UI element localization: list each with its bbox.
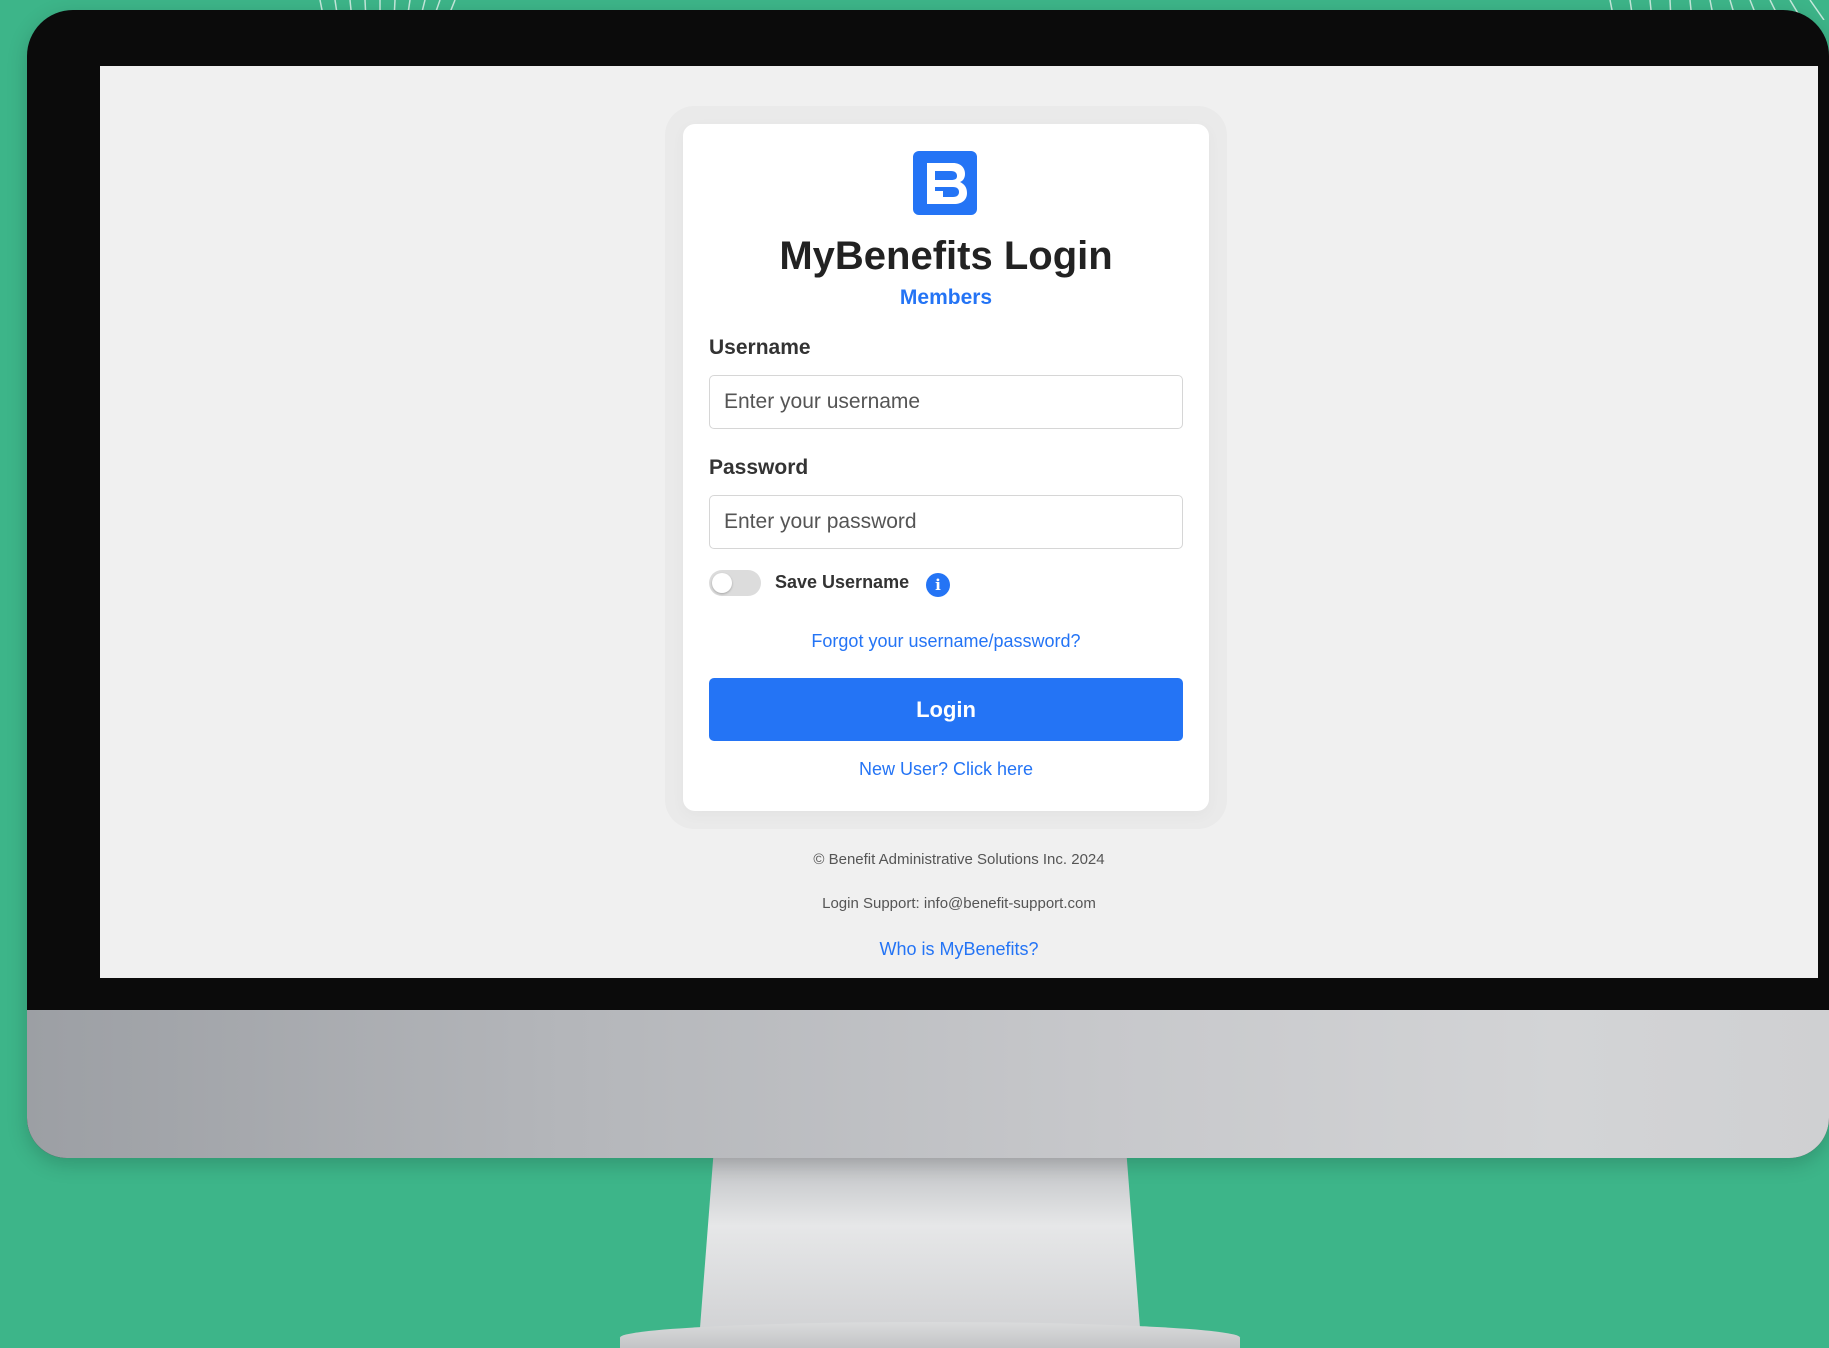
page-title: MyBenefits Login [779,234,1113,278]
mybenefits-logo-icon [913,151,977,215]
monitor: MyBenefits Login Members Username Passwo… [27,10,1829,1158]
login-card: MyBenefits Login Members Username Passwo… [683,124,1209,811]
save-username-label: Save Username [775,572,910,592]
username-label: Username [709,336,811,359]
password-input[interactable] [709,495,1183,549]
username-input[interactable] [709,375,1183,429]
forgot-credentials-link[interactable]: Forgot your username/password? [683,631,1209,652]
copyright-text: © Benefit Administrative Solutions Inc. … [813,851,1105,868]
login-button[interactable]: Login [709,678,1183,741]
info-icon[interactable]: i [926,573,950,597]
screen: MyBenefits Login Members Username Passwo… [100,66,1818,978]
monitor-stand-base [620,1322,1240,1348]
who-is-mybenefits-link[interactable]: Who is MyBenefits? [100,939,1818,960]
members-subtitle: Members [899,286,993,309]
monitor-stand [700,1158,1140,1328]
password-label: Password [709,456,809,479]
login-support-text: Login Support: info@benefit-support.com [822,895,1096,912]
monitor-chin [27,1010,1829,1158]
save-username-toggle[interactable] [709,570,761,596]
new-user-link[interactable]: New User? Click here [683,759,1209,780]
toggle-knob [712,573,732,593]
